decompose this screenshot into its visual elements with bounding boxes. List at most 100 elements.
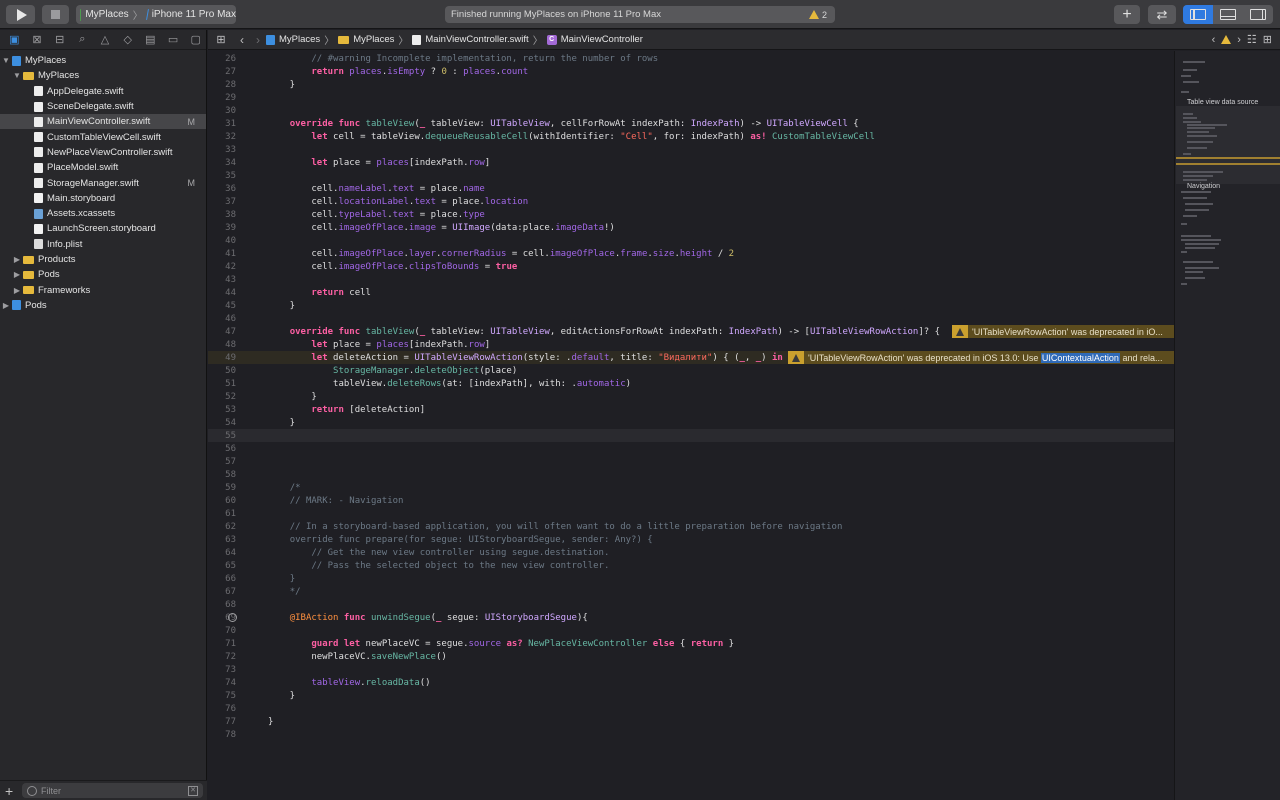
- code-line[interactable]: 74 tableView.reloadData(): [208, 676, 1174, 689]
- code-line[interactable]: 66 }: [208, 572, 1174, 585]
- code-line[interactable]: 77}: [208, 715, 1174, 728]
- code-line[interactable]: 35: [208, 169, 1174, 182]
- toggle-debug-area-button[interactable]: [1213, 5, 1243, 24]
- code-line[interactable]: 67 */: [208, 585, 1174, 598]
- minimap[interactable]: Table view data source Navigation: [1174, 51, 1280, 800]
- file-tree-item[interactable]: AppDelegate.swift: [0, 84, 206, 99]
- code-line[interactable]: 39 cell.imageOfPlace.image = UIImage(dat…: [208, 221, 1174, 234]
- inline-warning[interactable]: 'UITableViewRowAction' was deprecated in…: [952, 325, 1174, 338]
- source-editor[interactable]: 26 // #warning Incomplete implementation…: [208, 51, 1174, 800]
- disclosure-open-icon[interactable]: ▼: [2, 56, 10, 65]
- file-tree-item[interactable]: ▼ MyPlaces: [0, 53, 206, 68]
- breakpoint-navigator-tab[interactable]: ▭: [163, 32, 184, 48]
- toggle-inspector-button[interactable]: [1243, 5, 1273, 24]
- code-line[interactable]: 68: [208, 598, 1174, 611]
- disclosure-closed-icon[interactable]: ▶: [13, 286, 21, 295]
- file-tree-item[interactable]: SceneDelegate.swift: [0, 99, 206, 114]
- code-line[interactable]: 55: [208, 429, 1174, 442]
- code-line[interactable]: 38 cell.typeLabel.text = place.type: [208, 208, 1174, 221]
- file-tree-item[interactable]: ▶ Products: [0, 252, 206, 267]
- code-line[interactable]: 43: [208, 273, 1174, 286]
- file-tree-item[interactable]: CustomTableViewCell.swift: [0, 129, 206, 144]
- file-tree-item[interactable]: ▶ Frameworks: [0, 282, 206, 297]
- code-line[interactable]: 51 tableView.deleteRows(at: [indexPath],…: [208, 377, 1174, 390]
- code-line[interactable]: 42 cell.imageOfPlace.clipsToBounds = tru…: [208, 260, 1174, 273]
- code-line[interactable]: 49 let deleteAction = UITableViewRowActi…: [208, 351, 1174, 364]
- code-line[interactable]: 60 // MARK: - Navigation: [208, 494, 1174, 507]
- library-button[interactable]: +: [1114, 5, 1140, 24]
- file-tree-item[interactable]: MainViewController.swift M: [0, 114, 206, 130]
- code-line[interactable]: 58: [208, 468, 1174, 481]
- report-navigator-tab[interactable]: ▢: [185, 32, 206, 48]
- code-line[interactable]: 45 }: [208, 299, 1174, 312]
- code-line[interactable]: 41 cell.imageOfPlace.layer.cornerRadius …: [208, 247, 1174, 260]
- scheme-selector[interactable]: MyPlaces 〉 iPhone 11 Pro Max: [76, 5, 236, 24]
- code-line[interactable]: 44 return cell: [208, 286, 1174, 299]
- file-tree-item[interactable]: ▶ Pods: [0, 267, 206, 282]
- code-line[interactable]: 34 let place = places[indexPath.row]: [208, 156, 1174, 169]
- code-line[interactable]: 63 override func prepare(for segue: UISt…: [208, 533, 1174, 546]
- code-line[interactable]: 57: [208, 455, 1174, 468]
- source-control-tab[interactable]: ⊠: [27, 32, 48, 48]
- add-file-button[interactable]: +: [5, 783, 13, 799]
- code-line[interactable]: 26 // #warning Incomplete implementation…: [208, 52, 1174, 65]
- code-line[interactable]: 75 }: [208, 689, 1174, 702]
- code-line[interactable]: 52 }: [208, 390, 1174, 403]
- file-tree-item[interactable]: StorageManager.swift M: [0, 175, 206, 190]
- file-tree-item[interactable]: Assets.xcassets: [0, 206, 206, 221]
- code-line[interactable]: 71 guard let newPlaceVC = segue.source a…: [208, 637, 1174, 650]
- forward-button[interactable]: ›: [250, 33, 266, 47]
- file-tree-item[interactable]: LaunchScreen.storyboard: [0, 221, 206, 236]
- breadcrumb-project[interactable]: MyPlaces 〉: [266, 32, 334, 47]
- back-button[interactable]: ‹: [234, 33, 250, 47]
- code-line[interactable]: 65 // Pass the selected object to the ne…: [208, 559, 1174, 572]
- stop-button[interactable]: [42, 5, 69, 24]
- code-line[interactable]: 29: [208, 91, 1174, 104]
- code-line[interactable]: 70: [208, 624, 1174, 637]
- recent-files-icon[interactable]: ✕: [188, 785, 198, 796]
- breadcrumb-symbol[interactable]: C MainViewController: [546, 34, 643, 45]
- code-line[interactable]: 27 return places.isEmpty ? 0 : places.co…: [208, 65, 1174, 78]
- test-navigator-tab[interactable]: ◇: [117, 32, 138, 48]
- warning-icon[interactable]: [1221, 35, 1232, 44]
- code-line[interactable]: 33: [208, 143, 1174, 156]
- code-line[interactable]: 59 /*: [208, 481, 1174, 494]
- code-line[interactable]: 64 // Get the new view controller using …: [208, 546, 1174, 559]
- code-line[interactable]: 48 let place = places[indexPath.row]: [208, 338, 1174, 351]
- file-tree-item[interactable]: PlaceModel.swift: [0, 160, 206, 175]
- file-tree-item[interactable]: Main.storyboard: [0, 191, 206, 206]
- inline-warning[interactable]: 'UITableViewRowAction' was deprecated in…: [788, 351, 1174, 364]
- project-navigator-tab[interactable]: ▣: [4, 32, 25, 48]
- ibaction-connection-icon[interactable]: [228, 613, 237, 622]
- code-line[interactable]: 61: [208, 507, 1174, 520]
- navigator-filter-field[interactable]: Filter ✕: [22, 783, 203, 798]
- code-review-button[interactable]: ⇄: [1148, 5, 1176, 24]
- code-line[interactable]: 72 newPlaceVC.saveNewPlace(): [208, 650, 1174, 663]
- editor-options-icon[interactable]: ☷: [1247, 33, 1257, 46]
- disclosure-open-icon[interactable]: ▼: [13, 71, 21, 80]
- code-line[interactable]: 56: [208, 442, 1174, 455]
- previous-issue-button[interactable]: ‹: [1212, 34, 1216, 46]
- disclosure-closed-icon[interactable]: ▶: [2, 301, 10, 310]
- code-line[interactable]: 40: [208, 234, 1174, 247]
- code-line[interactable]: 69 @IBAction func unwindSegue(_ segue: U…: [208, 611, 1174, 624]
- code-line[interactable]: 31 override func tableView(_ tableView: …: [208, 117, 1174, 130]
- code-line[interactable]: 73: [208, 663, 1174, 676]
- code-line[interactable]: 54 }: [208, 416, 1174, 429]
- code-line[interactable]: 46: [208, 312, 1174, 325]
- add-editor-icon[interactable]: ⊞: [1263, 33, 1272, 46]
- run-button[interactable]: [6, 5, 35, 24]
- code-line[interactable]: 47 override func tableView(_ tableView: …: [208, 325, 1174, 338]
- code-line[interactable]: 76: [208, 702, 1174, 715]
- code-line[interactable]: 53 return [deleteAction]: [208, 403, 1174, 416]
- code-line[interactable]: 62 // In a storyboard-based application,…: [208, 520, 1174, 533]
- code-line[interactable]: 37 cell.locationLabel.text = place.locat…: [208, 195, 1174, 208]
- breadcrumb-group[interactable]: MyPlaces 〉: [338, 32, 408, 47]
- related-items-icon[interactable]: ⊞: [208, 33, 234, 46]
- code-line[interactable]: 78: [208, 728, 1174, 741]
- file-tree-item[interactable]: NewPlaceViewController.swift: [0, 145, 206, 160]
- file-tree-item[interactable]: ▶ Pods: [0, 298, 206, 313]
- file-tree-item[interactable]: ▼ MyPlaces: [0, 68, 206, 83]
- code-line[interactable]: 36 cell.nameLabel.text = place.name: [208, 182, 1174, 195]
- toggle-navigator-button[interactable]: [1183, 5, 1213, 24]
